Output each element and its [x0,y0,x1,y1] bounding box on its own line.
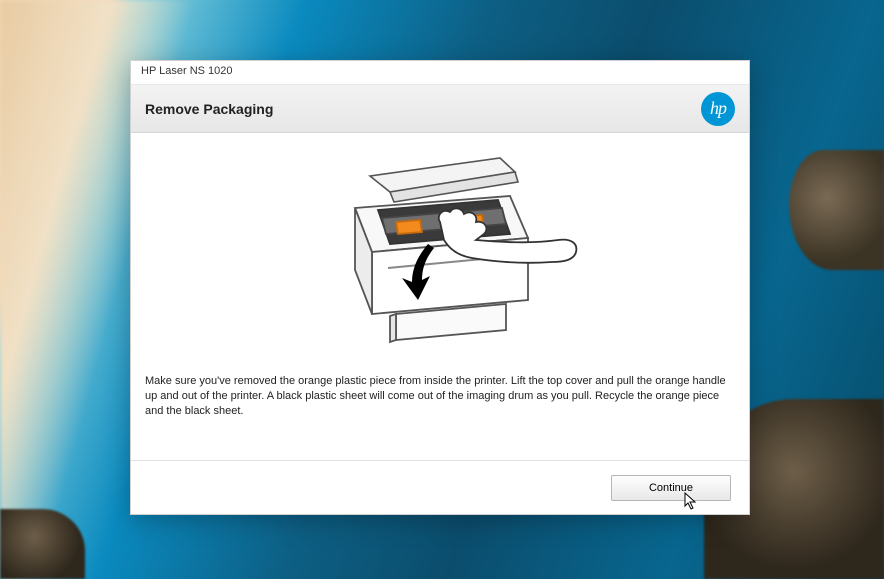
printer-illustration [145,143,735,368]
continue-button[interactable]: Continue [611,475,731,501]
window-titlebar[interactable]: HP Laser NS 1020 [131,61,749,85]
instruction-text: Make sure you've removed the orange plas… [145,374,735,419]
installer-dialog: HP Laser NS 1020 Remove Packaging hp [130,60,750,515]
page-title: Remove Packaging [145,101,273,117]
dialog-content: Make sure you've removed the orange plas… [131,133,749,460]
dialog-footer: Continue [131,460,749,514]
wallpaper-rock [789,150,884,270]
hp-logo-text: hp [710,98,726,119]
window-title: HP Laser NS 1020 [141,65,233,77]
printer-svg [300,148,580,363]
hp-logo-icon: hp [701,92,735,126]
dialog-header: Remove Packaging hp [131,85,749,133]
